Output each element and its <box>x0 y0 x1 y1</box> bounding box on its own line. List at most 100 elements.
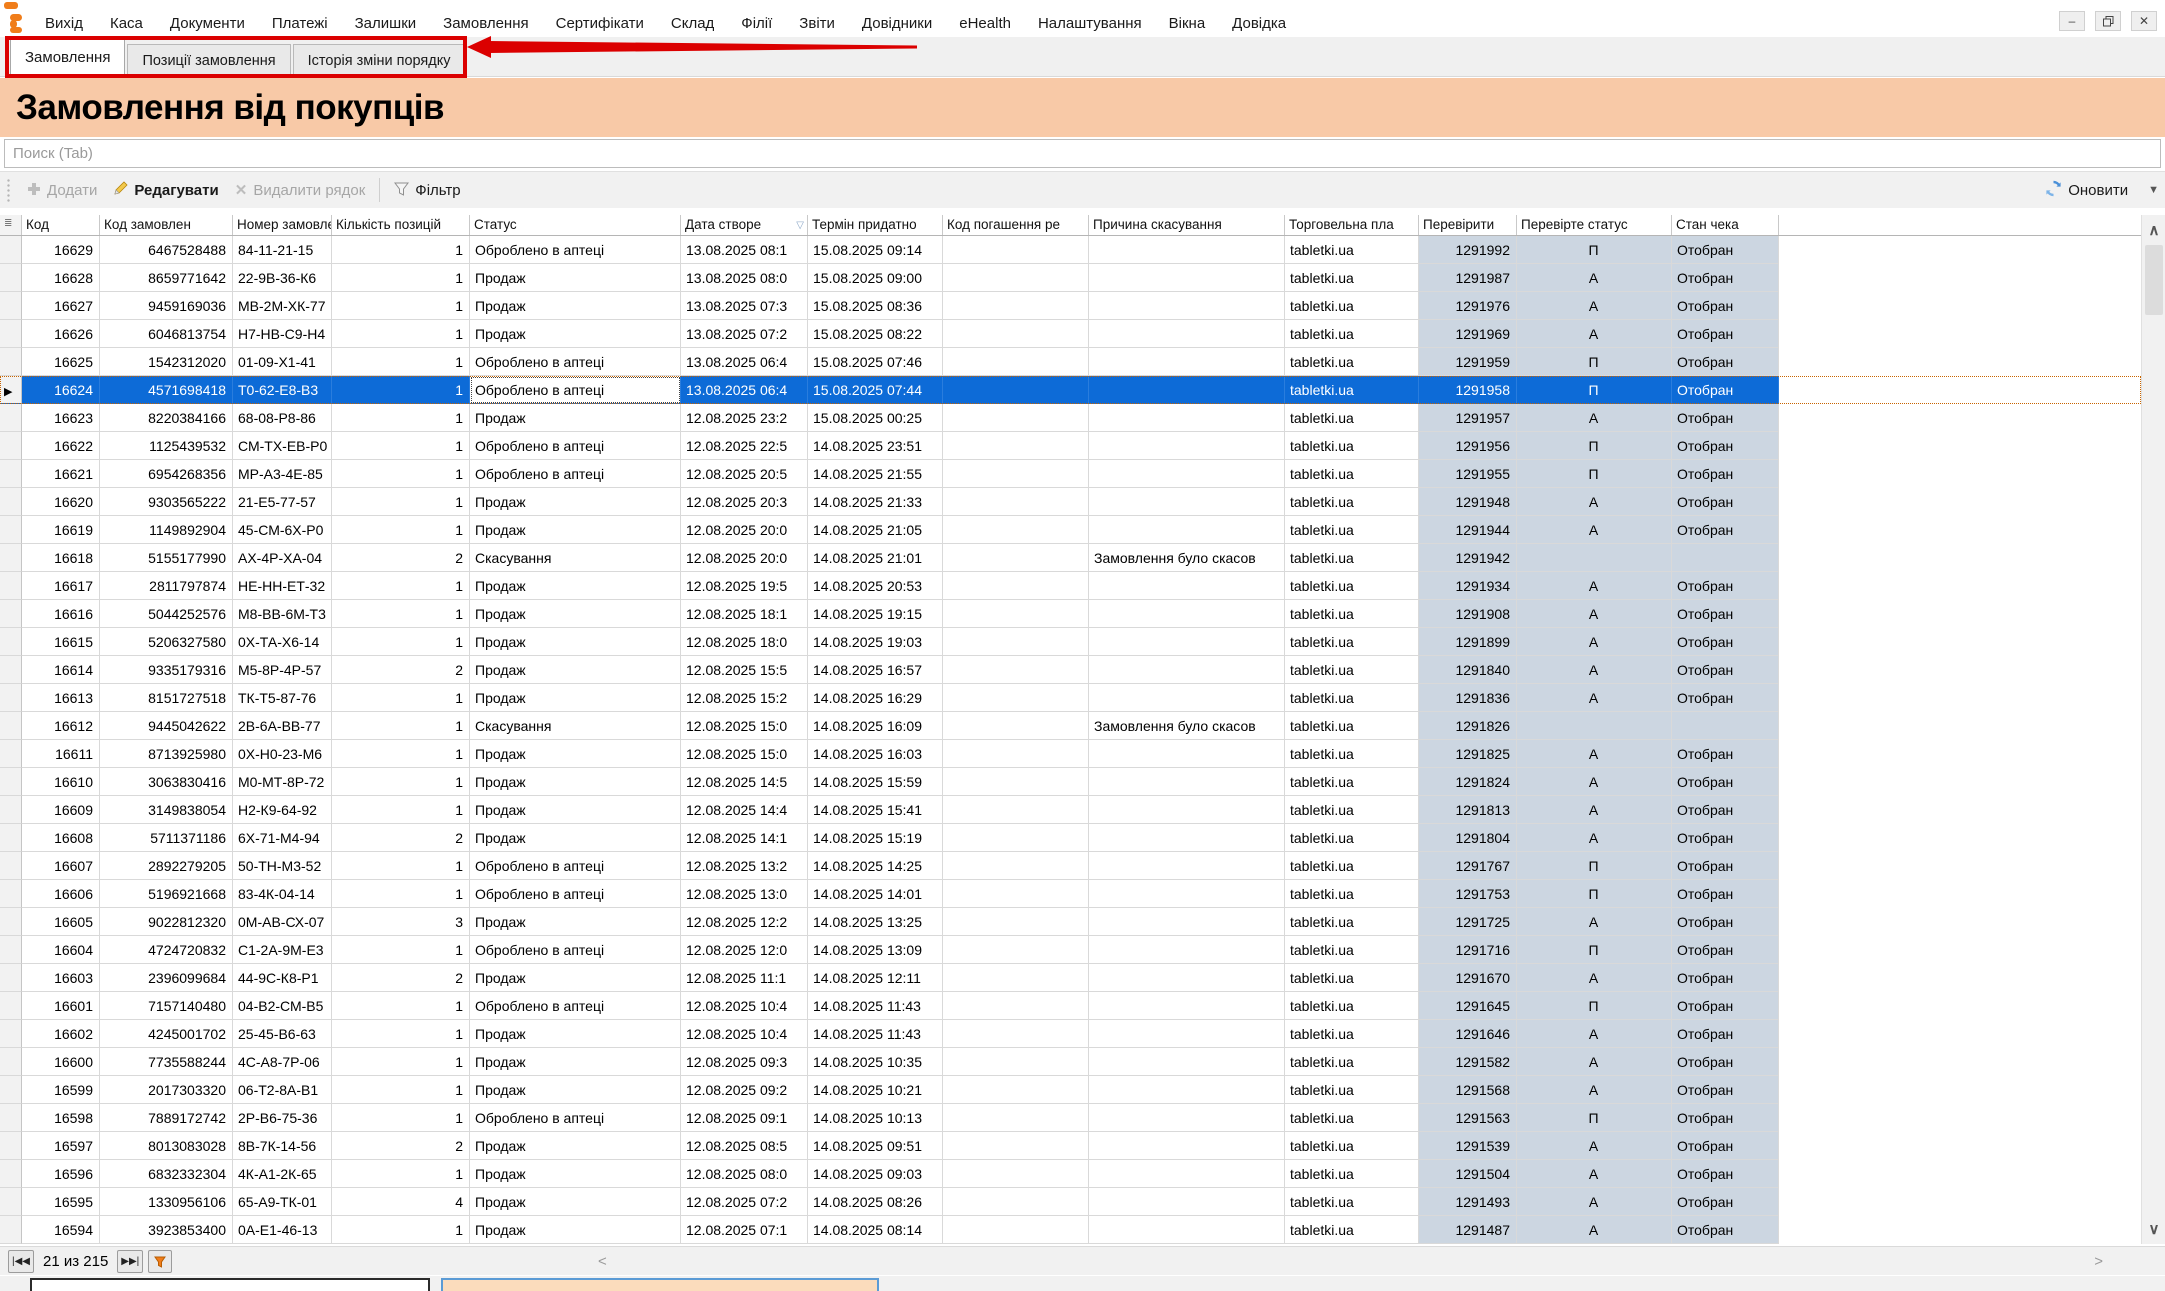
cell[interactable]: Скасування <box>470 712 681 740</box>
menu-item-15[interactable]: Довідка <box>1232 15 1286 32</box>
cell[interactable]: 12.08.2025 15:5 <box>681 656 808 684</box>
cell[interactable]: 13.08.2025 07:2 <box>681 320 808 348</box>
cell[interactable]: Отобран <box>1672 236 1779 264</box>
cell[interactable]: Продаж <box>470 740 681 768</box>
cell[interactable]: 16615 <box>22 628 100 656</box>
cell[interactable]: 16624 <box>22 376 100 404</box>
cell[interactable]: 1 <box>332 628 470 656</box>
cell[interactable] <box>943 656 1089 684</box>
cell[interactable] <box>1089 992 1285 1020</box>
cell[interactable]: 16617 <box>22 572 100 600</box>
cell[interactable]: 1 <box>332 796 470 824</box>
cell[interactable]: 14.08.2025 16:03 <box>808 740 943 768</box>
cell[interactable]: 1 <box>332 712 470 740</box>
cell[interactable]: tabletki.ua <box>1285 488 1419 516</box>
cell[interactable]: Продаж <box>470 656 681 684</box>
cell[interactable] <box>943 852 1089 880</box>
cell[interactable]: А <box>1517 740 1672 768</box>
cell[interactable]: 16595 <box>22 1188 100 1216</box>
cell[interactable]: 1 <box>332 1216 470 1244</box>
cell[interactable]: 12.08.2025 14:5 <box>681 768 808 796</box>
scroll-down-icon[interactable]: ∨ <box>2142 1216 2165 1242</box>
cell[interactable]: Отобран <box>1672 768 1779 796</box>
cell[interactable] <box>1089 572 1285 600</box>
row-indicator[interactable] <box>0 404 22 432</box>
cell[interactable]: 1 <box>332 572 470 600</box>
cell[interactable]: Отобран <box>1672 992 1779 1020</box>
cell[interactable]: 8013083028 <box>100 1132 233 1160</box>
cell[interactable]: 14.08.2025 13:09 <box>808 936 943 964</box>
cell[interactable]: 1291646 <box>1419 1020 1517 1048</box>
cell[interactable]: Продаж <box>470 600 681 628</box>
cell[interactable] <box>943 1216 1089 1244</box>
header-cell-1[interactable]: Код <box>22 215 100 235</box>
row-indicator[interactable] <box>0 796 22 824</box>
cell[interactable]: Отобран <box>1672 1216 1779 1244</box>
cell[interactable]: 14.08.2025 10:21 <box>808 1076 943 1104</box>
menu-item-8[interactable]: Склад <box>671 15 714 32</box>
row-indicator[interactable] <box>0 348 22 376</box>
cell[interactable]: 1291992 <box>1419 236 1517 264</box>
table-row[interactable]: 16601715714048004-В2-СМ-В51Оброблено в а… <box>0 992 2141 1020</box>
cell[interactable]: tabletki.ua <box>1285 460 1419 488</box>
row-indicator[interactable] <box>0 992 22 1020</box>
cell[interactable]: Отобран <box>1672 1104 1779 1132</box>
cell[interactable]: 12.08.2025 09:1 <box>681 1104 808 1132</box>
cell[interactable]: 12.08.2025 13:0 <box>681 880 808 908</box>
cell[interactable] <box>1089 488 1285 516</box>
cell[interactable]: 1291487 <box>1419 1216 1517 1244</box>
cell[interactable]: 16629 <box>22 236 100 264</box>
cell[interactable]: 1291969 <box>1419 320 1517 348</box>
row-indicator[interactable] <box>0 908 22 936</box>
cell[interactable]: П <box>1517 348 1672 376</box>
cell[interactable]: МР-А3-4Е-85 <box>233 460 332 488</box>
header-cell-13[interactable]: Стан чека <box>1672 215 1779 235</box>
cell[interactable]: 1291753 <box>1419 880 1517 908</box>
cell[interactable]: 4 <box>332 1188 470 1216</box>
cell[interactable]: А <box>1517 264 1672 292</box>
cell[interactable]: Отобран <box>1672 320 1779 348</box>
cell[interactable]: 16611 <box>22 740 100 768</box>
row-indicator[interactable] <box>0 824 22 852</box>
cell[interactable]: 1291539 <box>1419 1132 1517 1160</box>
cell[interactable]: 44-9С-К8-Р1 <box>233 964 332 992</box>
cell[interactable]: А <box>1517 1132 1672 1160</box>
cell[interactable]: tabletki.ua <box>1285 1160 1419 1188</box>
cell[interactable]: 16601 <box>22 992 100 1020</box>
cell[interactable] <box>1672 712 1779 740</box>
cell[interactable]: 8713925980 <box>100 740 233 768</box>
row-indicator[interactable] <box>0 936 22 964</box>
cell[interactable]: 12.08.2025 19:5 <box>681 572 808 600</box>
restore-icon[interactable] <box>2095 11 2121 31</box>
cell[interactable]: 16626 <box>22 320 100 348</box>
cell[interactable]: Отобран <box>1672 880 1779 908</box>
cell[interactable]: tabletki.ua <box>1285 768 1419 796</box>
cell[interactable]: 1 <box>332 516 470 544</box>
cell[interactable]: 1 <box>332 404 470 432</box>
cell[interactable]: А <box>1517 516 1672 544</box>
cell[interactable]: Отобран <box>1672 460 1779 488</box>
cell[interactable]: Продаж <box>470 516 681 544</box>
minimize-button[interactable]: – <box>2059 11 2085 31</box>
cell[interactable]: tabletki.ua <box>1285 432 1419 460</box>
table-row[interactable]: 1660857113711866Х-71-М4-942Продаж12.08.2… <box>0 824 2141 852</box>
cell[interactable] <box>1089 1048 1285 1076</box>
table-row[interactable]: 166138151727518ТК-Т5-87-761Продаж12.08.2… <box>0 684 2141 712</box>
tab-2[interactable]: Позиції замовлення <box>127 44 290 76</box>
header-cell-4[interactable]: Кількість позицій <box>332 215 470 235</box>
table-row[interactable]: 1659439238534000А-Е1-46-131Продаж12.08.2… <box>0 1216 2141 1244</box>
cell[interactable]: 13.08.2025 07:3 <box>681 292 808 320</box>
cell[interactable]: 12.08.2025 07:1 <box>681 1216 808 1244</box>
row-indicator[interactable] <box>0 1104 22 1132</box>
cell[interactable]: 16596 <box>22 1160 100 1188</box>
cell[interactable]: Оброблено в аптеці <box>470 376 681 404</box>
table-row[interactable]: 1659878891727422Р-В6-75-361Оброблено в а… <box>0 1104 2141 1132</box>
cell[interactable]: 3923853400 <box>100 1216 233 1244</box>
cell[interactable]: tabletki.ua <box>1285 600 1419 628</box>
cell[interactable]: С1-2А-9М-Е3 <box>233 936 332 964</box>
cell[interactable]: 83-4К-04-14 <box>233 880 332 908</box>
table-row[interactable]: 166093149838054Н2-К9-64-921Продаж12.08.2… <box>0 796 2141 824</box>
cell[interactable]: 16625 <box>22 348 100 376</box>
cell[interactable] <box>1517 544 1672 572</box>
cell[interactable]: Оброблено в аптеці <box>470 880 681 908</box>
